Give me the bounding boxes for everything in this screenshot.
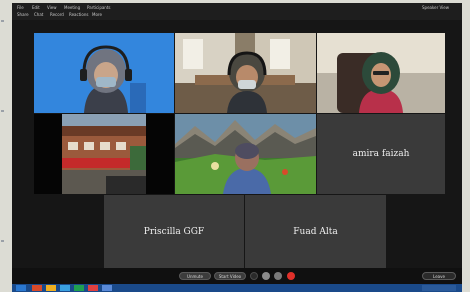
participant-tile-2[interactable] xyxy=(175,33,316,113)
share-icon[interactable] xyxy=(250,272,258,280)
leave-button[interactable]: Leave xyxy=(422,272,456,280)
menu-bar: File Edit View Meeting Participants Shar… xyxy=(12,3,462,20)
participant-video-1 xyxy=(34,33,174,113)
taskbar-app-icon[interactable] xyxy=(60,285,70,291)
participant-tile-8[interactable]: Priscilla GGF xyxy=(104,195,244,268)
participant-video-4 xyxy=(34,114,174,194)
taskbar-app-icon[interactable] xyxy=(46,285,56,291)
zoom-meeting-window: File Edit View Meeting Participants Shar… xyxy=(12,3,462,284)
start-video-button[interactable]: Start Video xyxy=(214,272,246,280)
mute-button[interactable]: Unmute xyxy=(179,272,211,280)
participants-icon[interactable] xyxy=(262,272,270,280)
taskbar-app-icon[interactable] xyxy=(32,285,42,291)
participant-name: Priscilla GGF xyxy=(143,226,205,237)
menu-share[interactable]: Share xyxy=(17,12,29,17)
menu-edit[interactable]: Edit xyxy=(32,5,40,10)
menu-record[interactable]: Record xyxy=(50,12,64,17)
view-mode-label[interactable]: Speaker View xyxy=(422,5,449,10)
menu-file[interactable]: File xyxy=(17,5,24,10)
system-tray[interactable] xyxy=(422,285,456,291)
participant-video-2 xyxy=(175,33,316,113)
taskbar-app-icon[interactable] xyxy=(74,285,84,291)
menu-reactions[interactable]: Reactions xyxy=(69,12,88,17)
os-taskbar xyxy=(12,284,462,292)
participant-tile-1[interactable] xyxy=(34,33,174,113)
participant-tile-9[interactable]: Fuad Alta xyxy=(245,195,386,268)
participant-tile-7[interactable]: amira faizah xyxy=(317,114,445,194)
participant-video-3 xyxy=(317,33,445,113)
meeting-controls: Unmute Start Video Leave xyxy=(12,268,462,284)
menu-meeting[interactable]: Meeting xyxy=(64,5,80,10)
chat-icon[interactable] xyxy=(274,272,282,280)
taskbar-app-icon[interactable] xyxy=(88,285,98,291)
participant-name: Fuad Alta xyxy=(293,226,338,237)
participant-video-5 xyxy=(175,114,316,194)
taskbar-app-icon[interactable] xyxy=(102,285,112,291)
menu-view[interactable]: View xyxy=(47,5,57,10)
menu-chat[interactable]: Chat xyxy=(34,12,43,17)
menu-more[interactable]: More xyxy=(92,12,102,17)
record-icon[interactable] xyxy=(287,272,295,280)
menu-participants[interactable]: Participants xyxy=(87,5,111,10)
edge-mark xyxy=(1,240,4,242)
participant-name: amira faizah xyxy=(352,149,410,159)
participant-tile-4[interactable] xyxy=(34,114,174,194)
participant-tile-5[interactable] xyxy=(175,114,316,194)
edge-mark xyxy=(1,110,4,112)
edge-mark xyxy=(1,20,4,22)
participant-tile-3[interactable] xyxy=(317,33,445,113)
start-icon[interactable] xyxy=(16,285,26,291)
